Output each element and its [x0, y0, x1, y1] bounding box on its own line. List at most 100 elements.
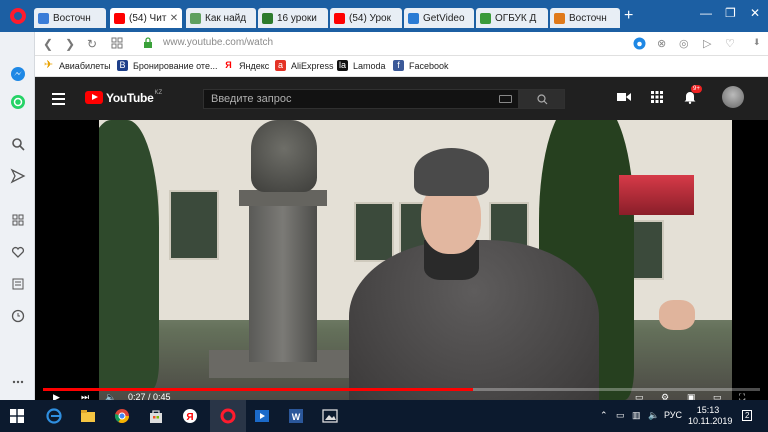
person-hat [414, 148, 489, 196]
plane-icon: ✈ [43, 59, 54, 71]
bookmark-yandex[interactable]: Я Яндекс [223, 60, 269, 71]
current-time: 0:27 [128, 392, 146, 400]
back-button[interactable]: ❮ [43, 37, 53, 51]
forward-button[interactable]: ❯ [65, 37, 75, 51]
windows-start-icon[interactable] [10, 409, 24, 423]
tabs-grid-icon[interactable] [111, 37, 123, 49]
vpn-icon[interactable]: ◎ [679, 37, 689, 50]
more-icon[interactable] [10, 374, 26, 390]
volume-tray-icon[interactable]: 🔈 [648, 410, 659, 421]
windows-taskbar: Я W ⌃ ▭ ▥ 🔈 РУС 2 [0, 400, 768, 432]
play-button[interactable]: ▶ [53, 392, 60, 400]
settings-icon[interactable]: ⚙ [661, 392, 669, 400]
time-display: 0:27 / 0:45 [128, 392, 171, 400]
bookmark-aviabilety[interactable]: ✈ Авиабилеты [43, 60, 111, 71]
tab-1-active[interactable]: (54) Чит ✕ [110, 8, 182, 28]
booking-icon: B [117, 60, 128, 71]
apps-grid-icon[interactable] [651, 91, 663, 103]
yandex-browser-icon[interactable]: Я [182, 408, 198, 424]
progress-bar[interactable] [43, 388, 760, 391]
opera-menu-icon[interactable] [10, 8, 26, 24]
news-icon[interactable] [10, 276, 26, 292]
maximize-button[interactable]: ❐ [725, 6, 736, 20]
youtube-play-icon [85, 91, 103, 104]
search-icon[interactable] [10, 136, 26, 152]
tab-3[interactable]: 16 уроки [258, 8, 328, 28]
youtube-logo[interactable]: YouTube KZ [85, 90, 162, 105]
url-field[interactable]: www.youtube.com/watch [163, 37, 273, 48]
tab-0[interactable]: Восточн [34, 8, 106, 28]
monument-pedestal [249, 202, 317, 362]
taskbar-clock[interactable]: 15:13 10.11.2019 [688, 405, 733, 427]
tab-4[interactable]: (54) Урок [330, 8, 402, 28]
whatsapp-icon[interactable] [10, 94, 26, 110]
search-icon [537, 94, 548, 105]
speed-dial-icon[interactable] [10, 212, 26, 228]
tab-7[interactable]: Восточн [550, 8, 620, 28]
history-icon[interactable] [10, 308, 26, 324]
keyboard-icon[interactable] [499, 95, 512, 103]
tab-favicon-icon [190, 12, 201, 24]
search-button[interactable] [519, 89, 565, 109]
svg-text:Я: Я [186, 412, 193, 423]
search-input[interactable] [204, 90, 494, 108]
store-icon[interactable] [148, 408, 164, 424]
bookmark-aliexpress[interactable]: a AliExpress [275, 60, 334, 71]
url-host: www.youtube.com [163, 37, 245, 48]
video-frame [99, 120, 732, 400]
tray-up-arrow-icon[interactable]: ⌃ [600, 410, 608, 421]
camera-snapshot-icon[interactable] [633, 37, 646, 50]
tab-label: Как найд [205, 12, 247, 24]
avatar[interactable] [722, 86, 744, 108]
bookmark-lamoda[interactable]: la Lamoda [337, 60, 386, 71]
adblock-icon[interactable]: ⊗ [657, 37, 666, 50]
language-indicator[interactable]: РУС [664, 410, 682, 420]
heart-icon[interactable] [10, 244, 26, 260]
network-icon[interactable]: ▥ [632, 410, 641, 421]
word-icon[interactable]: W [288, 408, 304, 424]
media-player-icon[interactable] [254, 408, 270, 424]
battery-icon[interactable]: ▭ [616, 410, 625, 421]
fullscreen-icon[interactable]: ⛶ [739, 392, 745, 400]
share-icon[interactable]: ▷ [703, 37, 711, 50]
opera-icon[interactable] [220, 408, 236, 424]
edge-icon[interactable] [46, 408, 62, 424]
bookmark-label: AliExpress [291, 60, 334, 71]
tab-5[interactable]: GetVideo [404, 8, 474, 28]
bookmark-booking[interactable]: B Бронирование оте... [117, 60, 217, 71]
chrome-icon[interactable] [114, 408, 130, 424]
minimize-button[interactable]: — [700, 6, 712, 20]
messenger-icon[interactable] [10, 66, 26, 82]
duration: 0:45 [153, 392, 171, 400]
file-explorer-icon[interactable] [80, 408, 96, 424]
clock-date: 10.11.2019 [688, 416, 733, 426]
building-window [169, 190, 219, 260]
bookmark-label: Facebook [409, 60, 449, 71]
video-player[interactable]: ▶ ⏭ 🔈 0:27 / 0:45 ▭ ⚙ ▣ ▭ ⛶ [35, 120, 768, 400]
bookmark-label: Бронирование оте... [133, 60, 218, 71]
create-video-icon[interactable] [617, 91, 631, 103]
close-tab-icon[interactable]: ✕ [169, 13, 179, 24]
new-tab-button[interactable]: + [624, 8, 633, 24]
action-center-icon[interactable]: 2 [742, 410, 753, 421]
tab-6[interactable]: ОГБУК Д [476, 8, 548, 28]
yandex-icon: Я [225, 60, 232, 70]
close-window-button[interactable]: ✕ [750, 6, 760, 20]
clock-time: 15:13 [696, 405, 720, 415]
downloads-icon[interactable]: ⬇ [753, 37, 761, 48]
photos-icon[interactable] [322, 408, 338, 424]
theater-mode-icon[interactable]: ▭ [713, 392, 722, 400]
reload-button[interactable]: ↻ [87, 37, 97, 51]
next-button[interactable]: ⏭ [81, 392, 89, 400]
tab-2[interactable]: Как найд [186, 8, 256, 28]
tab-favicon-icon [38, 12, 49, 24]
bookmark-heart-icon[interactable]: ♡ [725, 37, 735, 50]
tab-favicon-icon [554, 12, 565, 24]
miniplayer-icon[interactable]: ▣ [687, 392, 696, 400]
bookmark-label: Lamoda [353, 60, 386, 71]
send-icon[interactable] [10, 168, 26, 184]
hamburger-menu-icon[interactable] [52, 93, 65, 108]
bookmark-facebook[interactable]: f Facebook [393, 60, 449, 71]
subtitles-icon[interactable]: ▭ [635, 392, 644, 400]
volume-icon[interactable]: 🔈 [105, 392, 116, 400]
